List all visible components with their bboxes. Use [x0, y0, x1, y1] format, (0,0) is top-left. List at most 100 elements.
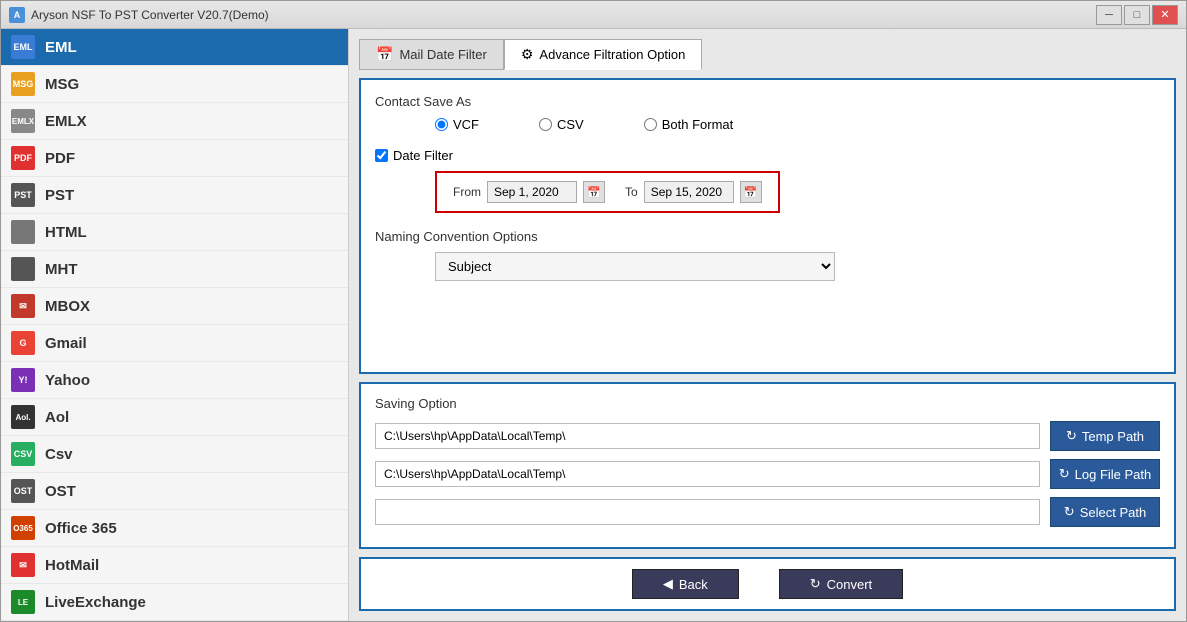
date-to-field: To 📅: [625, 181, 762, 203]
to-label: To: [625, 185, 638, 199]
tab-mail-date-label: Mail Date Filter: [399, 47, 486, 62]
sidebar-item-csv[interactable]: CSV Csv: [1, 436, 348, 473]
date-filter-checkbox[interactable]: [375, 149, 388, 162]
log-file-button[interactable]: ↻ Log File Path: [1050, 459, 1160, 489]
label-gmail: Gmail: [45, 335, 87, 352]
contact-save-as-options: VCF CSV Both Format: [375, 117, 1160, 132]
temp-path-input[interactable]: [375, 423, 1040, 449]
icon-gmail: G: [11, 331, 35, 355]
minimize-button[interactable]: ─: [1096, 5, 1122, 25]
convert-icon: ↻: [810, 576, 821, 592]
sidebar-item-liveexchange[interactable]: LE LiveExchange: [1, 584, 348, 621]
radio-vcf-label: VCF: [453, 117, 479, 132]
icon-emlx: EMLX: [11, 109, 35, 133]
sidebar-item-mht[interactable]: MHT: [1, 251, 348, 288]
log-file-input[interactable]: [375, 461, 1040, 487]
label-office365: Office 365: [45, 520, 117, 537]
label-html: HTML: [45, 224, 87, 241]
label-pst: PST: [45, 187, 74, 204]
icon-pst: PST: [11, 183, 35, 207]
sidebar-item-office365[interactable]: O365 Office 365: [1, 510, 348, 547]
label-mht: MHT: [45, 261, 78, 278]
sidebar-item-ost[interactable]: OST OST: [1, 473, 348, 510]
to-calendar-button[interactable]: 📅: [740, 181, 762, 203]
saving-options-panel: Saving Option ↻ Temp Path ↻ Log File Pat…: [359, 382, 1176, 549]
sidebar-item-gmail[interactable]: G Gmail: [1, 325, 348, 362]
temp-path-button[interactable]: ↻ Temp Path: [1050, 421, 1160, 451]
label-mbox: MBOX: [45, 298, 90, 315]
calendar-icon: 📅: [376, 46, 393, 63]
icon-csv: CSV: [11, 442, 35, 466]
log-icon: ↻: [1059, 466, 1070, 482]
tab-bar: 📅 Mail Date Filter ⚙ Advance Filtration …: [359, 39, 1176, 70]
maximize-button[interactable]: □: [1124, 5, 1150, 25]
icon-html: [11, 220, 35, 244]
sidebar-item-aol[interactable]: Aol. Aol: [1, 399, 348, 436]
icon-ost: OST: [11, 479, 35, 503]
sidebar-item-msg[interactable]: MSG MSG: [1, 66, 348, 103]
to-date-input[interactable]: [644, 181, 734, 203]
main-window: A Aryson NSF To PST Converter V20.7(Demo…: [0, 0, 1187, 622]
convert-button[interactable]: ↻ Convert: [779, 569, 903, 599]
window-controls: ─ □ ✕: [1096, 5, 1178, 25]
title-bar-left: A Aryson NSF To PST Converter V20.7(Demo…: [9, 7, 269, 23]
radio-csv[interactable]: CSV: [539, 117, 584, 132]
label-ost: OST: [45, 483, 76, 500]
sidebar-item-emlx[interactable]: EMLX EMLX: [1, 103, 348, 140]
radio-both-label: Both Format: [662, 117, 734, 132]
icon-mbox: ✉: [11, 294, 35, 318]
log-file-row: ↻ Log File Path: [375, 459, 1160, 489]
tab-mail-date-filter[interactable]: 📅 Mail Date Filter: [359, 39, 504, 70]
radio-both-input[interactable]: [644, 118, 657, 131]
label-hotmail: HotMail: [45, 557, 99, 574]
radio-both-format[interactable]: Both Format: [644, 117, 734, 132]
back-icon: ◀: [663, 576, 673, 592]
app-icon: A: [9, 7, 25, 23]
sidebar-item-yahoo[interactable]: Y! Yahoo: [1, 362, 348, 399]
temp-path-row: ↻ Temp Path: [375, 421, 1160, 451]
contact-save-as-title: Contact Save As: [375, 94, 1160, 109]
from-calendar-button[interactable]: 📅: [583, 181, 605, 203]
radio-vcf-input[interactable]: [435, 118, 448, 131]
select-path-button[interactable]: ↻ Select Path: [1050, 497, 1160, 527]
select-path-input[interactable]: [375, 499, 1040, 525]
date-filter-label: Date Filter: [393, 148, 453, 163]
sidebar-item-html[interactable]: HTML: [1, 214, 348, 251]
icon-eml: EML: [11, 35, 35, 59]
icon-yahoo: Y!: [11, 368, 35, 392]
convert-label: Convert: [827, 577, 873, 592]
gear-icon: ⚙: [521, 46, 534, 63]
temp-path-label: Temp Path: [1082, 429, 1144, 444]
icon-msg: MSG: [11, 72, 35, 96]
icon-office365: O365: [11, 516, 35, 540]
icon-liveexchange: LE: [11, 590, 35, 614]
icon-pdf: PDF: [11, 146, 35, 170]
close-button[interactable]: ✕: [1152, 5, 1178, 25]
back-button[interactable]: ◀ Back: [632, 569, 739, 599]
sidebar-item-eml[interactable]: EML EML: [1, 29, 348, 66]
label-pdf: PDF: [45, 150, 75, 167]
date-range-box: From 📅 To 📅: [435, 171, 780, 213]
sidebar-item-mbox[interactable]: ✉ MBOX: [1, 288, 348, 325]
label-yahoo: Yahoo: [45, 372, 90, 389]
icon-aol: Aol.: [11, 405, 35, 429]
folder-icon: ↻: [1064, 504, 1075, 520]
from-date-input[interactable]: [487, 181, 577, 203]
naming-convention-select[interactable]: Subject Date From To: [435, 252, 835, 281]
label-aol: Aol: [45, 409, 69, 426]
back-label: Back: [679, 577, 708, 592]
select-path-label: Select Path: [1080, 505, 1147, 520]
radio-csv-input[interactable]: [539, 118, 552, 131]
date-from-field: From 📅: [453, 181, 605, 203]
label-eml: EML: [45, 39, 77, 56]
tab-advance-filtration[interactable]: ⚙ Advance Filtration Option: [504, 39, 703, 70]
bottom-bar: ◀ Back ↻ Convert: [359, 557, 1176, 611]
radio-vcf[interactable]: VCF: [435, 117, 479, 132]
sidebar-item-pdf[interactable]: PDF PDF: [1, 140, 348, 177]
sidebar-item-hotmail[interactable]: ✉ HotMail: [1, 547, 348, 584]
sidebar-item-pst[interactable]: PST PST: [1, 177, 348, 214]
radio-csv-label: CSV: [557, 117, 584, 132]
naming-convention-title: Naming Convention Options: [375, 229, 1160, 244]
sidebar: EML EML MSG MSG EMLX EMLX PDF PDF PST PS…: [1, 29, 349, 621]
main-content: EML EML MSG MSG EMLX EMLX PDF PDF PST PS…: [1, 29, 1186, 621]
